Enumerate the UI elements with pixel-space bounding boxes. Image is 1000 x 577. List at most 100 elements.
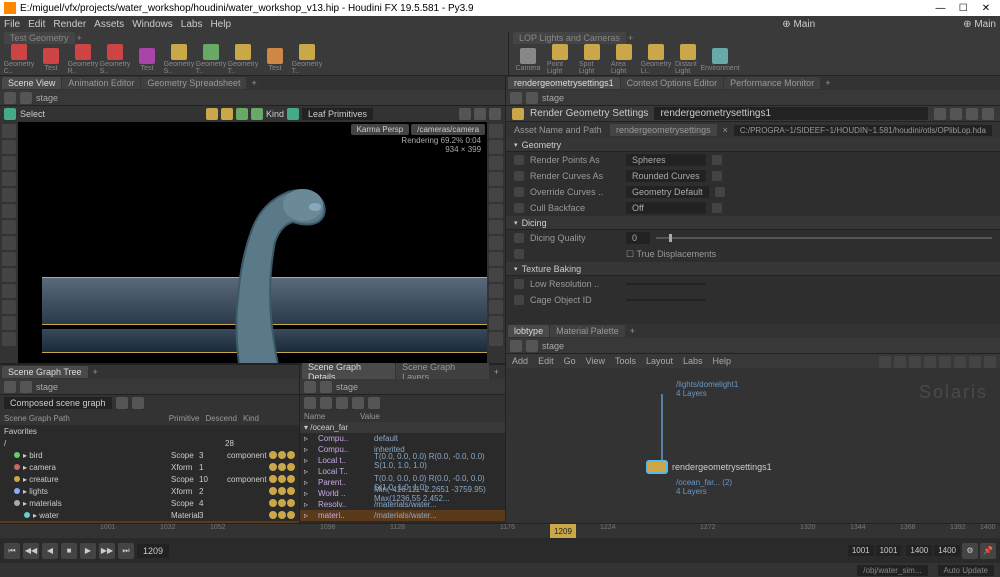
net-help[interactable]: Help xyxy=(713,356,732,366)
menu-help[interactable]: Help xyxy=(210,19,231,30)
gear-icon[interactable]: ⚙ xyxy=(962,543,978,559)
range-start2[interactable]: 1001 xyxy=(876,545,902,556)
step-back-button[interactable]: ◀◀ xyxy=(23,543,39,559)
shelf-tool[interactable]: Geometry T.. xyxy=(230,44,256,75)
section-baking[interactable]: Texture Baking xyxy=(506,262,1000,276)
tree-row[interactable]: ▸ materialsScope4 xyxy=(0,497,299,509)
pin-icon[interactable] xyxy=(950,108,962,120)
tool-ic1[interactable] xyxy=(206,108,218,120)
viewport[interactable]: Karma Persp /cameras/camera Rendering 69… xyxy=(18,122,487,363)
detail-row[interactable]: ▹Compu..default xyxy=(300,433,505,444)
vp-tool[interactable] xyxy=(2,332,16,346)
tree-row[interactable]: ▸ lightsXform2 xyxy=(0,485,299,497)
net-add[interactable]: Add xyxy=(512,356,528,366)
menu-assets[interactable]: Assets xyxy=(94,19,124,30)
vp-tool[interactable] xyxy=(2,156,16,170)
play-back-button[interactable]: ◀ xyxy=(42,543,58,559)
shelf-tab-loplights[interactable]: LOP Lights and Cameras xyxy=(513,32,626,44)
tab-perf[interactable]: Performance Monitor xyxy=(724,77,820,89)
tab-rgs[interactable]: rendergeometrysettings1 xyxy=(508,77,620,89)
camera-button[interactable]: /cameras/camera xyxy=(411,124,485,135)
net-view[interactable]: View xyxy=(586,356,605,366)
net-layout[interactable]: Layout xyxy=(646,356,673,366)
sgt-filter[interactable]: Composed scene graph xyxy=(4,397,112,409)
vp-tool[interactable] xyxy=(489,172,503,186)
shelf-tool[interactable]: Test xyxy=(262,48,288,72)
leaf-label[interactable]: Leaf Primitives xyxy=(302,108,373,120)
section-dicing[interactable]: Dicing xyxy=(506,216,1000,230)
menu-windows[interactable]: Windows xyxy=(132,19,173,30)
asset-tab[interactable]: rendergeometrysettings xyxy=(610,124,717,136)
detail-row[interactable]: ▹Resolv../materials/water... xyxy=(300,499,505,510)
vp-tool[interactable] xyxy=(2,220,16,234)
parm-title-value[interactable]: rendergeometrysettings1 xyxy=(654,107,928,120)
gear-icon[interactable] xyxy=(934,108,946,120)
close-icon[interactable]: × xyxy=(723,125,728,135)
current-frame-field[interactable]: 1209 xyxy=(137,544,169,558)
tab-matpal[interactable]: Material Palette xyxy=(550,325,625,337)
home-icon[interactable] xyxy=(4,381,16,393)
shelf-tool[interactable]: Spot Light xyxy=(579,44,605,75)
vp-tool[interactable] xyxy=(2,284,16,298)
tool-ic4[interactable] xyxy=(251,108,263,120)
select-icon[interactable] xyxy=(4,108,16,120)
shelf-tool[interactable]: Geometry R.. xyxy=(70,44,96,75)
timeline-track[interactable]: 1209 10011032105210981128117612241272132… xyxy=(0,524,1000,538)
vp-tool[interactable] xyxy=(489,252,503,266)
tree-row[interactable]: ▸ birdScope3component xyxy=(0,449,299,461)
vp-tool[interactable] xyxy=(489,284,503,298)
tool-ic7[interactable] xyxy=(489,108,501,120)
vp-tool[interactable] xyxy=(489,332,503,346)
parm-field[interactable]: Rounded Curves xyxy=(626,170,706,182)
vp-tool[interactable] xyxy=(2,204,16,218)
detail-row[interactable]: ▹materi../materials/water... xyxy=(300,510,505,521)
node-rgs[interactable]: rendergeometrysettings1 xyxy=(646,460,772,474)
parm-field[interactable]: Spheres xyxy=(626,154,706,166)
minimize-button[interactable]: — xyxy=(930,3,950,14)
home-icon[interactable] xyxy=(4,92,16,104)
first-frame-button[interactable]: ⏮ xyxy=(4,543,20,559)
parm-field[interactable] xyxy=(626,283,706,285)
tree-row[interactable]: ▸ waterMaterial3 xyxy=(0,509,299,521)
menu-render[interactable]: Render xyxy=(53,19,86,30)
path-stage[interactable]: stage xyxy=(36,93,58,103)
vp-tool[interactable] xyxy=(2,252,16,266)
tool-ic2[interactable] xyxy=(221,108,233,120)
node-rgs-sub[interactable]: /ocean_far... (2)4 Layers xyxy=(676,478,732,496)
shelf-tool[interactable]: Camera xyxy=(515,48,541,72)
range-end2[interactable]: 1400 xyxy=(934,545,960,556)
override-icon[interactable] xyxy=(514,233,524,243)
vp-tool[interactable] xyxy=(2,124,16,138)
dicing-quality-field[interactable]: 0 xyxy=(626,232,650,244)
tree-row[interactable]: ▸ cameraXform1 xyxy=(0,461,299,473)
asset-path[interactable]: C:/PROGRA~1/SIDEEF~1/HOUDIN~1.581/houdin… xyxy=(734,125,992,136)
search-icon[interactable] xyxy=(966,108,978,120)
net-go[interactable]: Go xyxy=(564,356,576,366)
step-fwd-button[interactable]: ▶▶ xyxy=(99,543,115,559)
status-path[interactable]: /obj/water_sim... xyxy=(857,565,927,576)
shelf-tool[interactable]: Test xyxy=(38,48,64,72)
vp-tool[interactable] xyxy=(489,236,503,250)
tab-geo-spread[interactable]: Geometry Spreadsheet xyxy=(141,77,246,89)
dicing-quality-slider[interactable] xyxy=(656,237,992,239)
vp-tool[interactable] xyxy=(2,140,16,154)
shelf-tool[interactable]: Geometry Li.. xyxy=(643,44,669,75)
shelf-tool[interactable]: Area Light xyxy=(611,44,637,75)
shelf-tab-testgeo[interactable]: Test Geometry xyxy=(4,32,75,44)
shelf-tool[interactable]: Geometry S.. xyxy=(102,44,128,75)
vp-tool[interactable] xyxy=(489,204,503,218)
vp-tool[interactable] xyxy=(2,268,16,282)
vp-tool[interactable] xyxy=(489,316,503,330)
shelf-tool[interactable]: Point Light xyxy=(547,44,573,75)
maximize-button[interactable]: ☐ xyxy=(953,3,973,14)
tab-anim-editor[interactable]: Animation Editor xyxy=(62,77,140,89)
parm-field[interactable]: Off xyxy=(626,202,706,214)
net-tools[interactable]: Tools xyxy=(615,356,636,366)
tree-row[interactable]: ▸ ocean_farXform2component xyxy=(0,521,299,523)
tab-add[interactable]: + xyxy=(247,77,260,89)
override-icon[interactable] xyxy=(514,171,524,181)
tab-sgt[interactable]: Scene Graph Tree xyxy=(2,366,88,378)
tool-ic6[interactable] xyxy=(474,108,486,120)
net-labs[interactable]: Labs xyxy=(683,356,703,366)
shelf-tool[interactable]: Geometry T.. xyxy=(294,44,320,75)
